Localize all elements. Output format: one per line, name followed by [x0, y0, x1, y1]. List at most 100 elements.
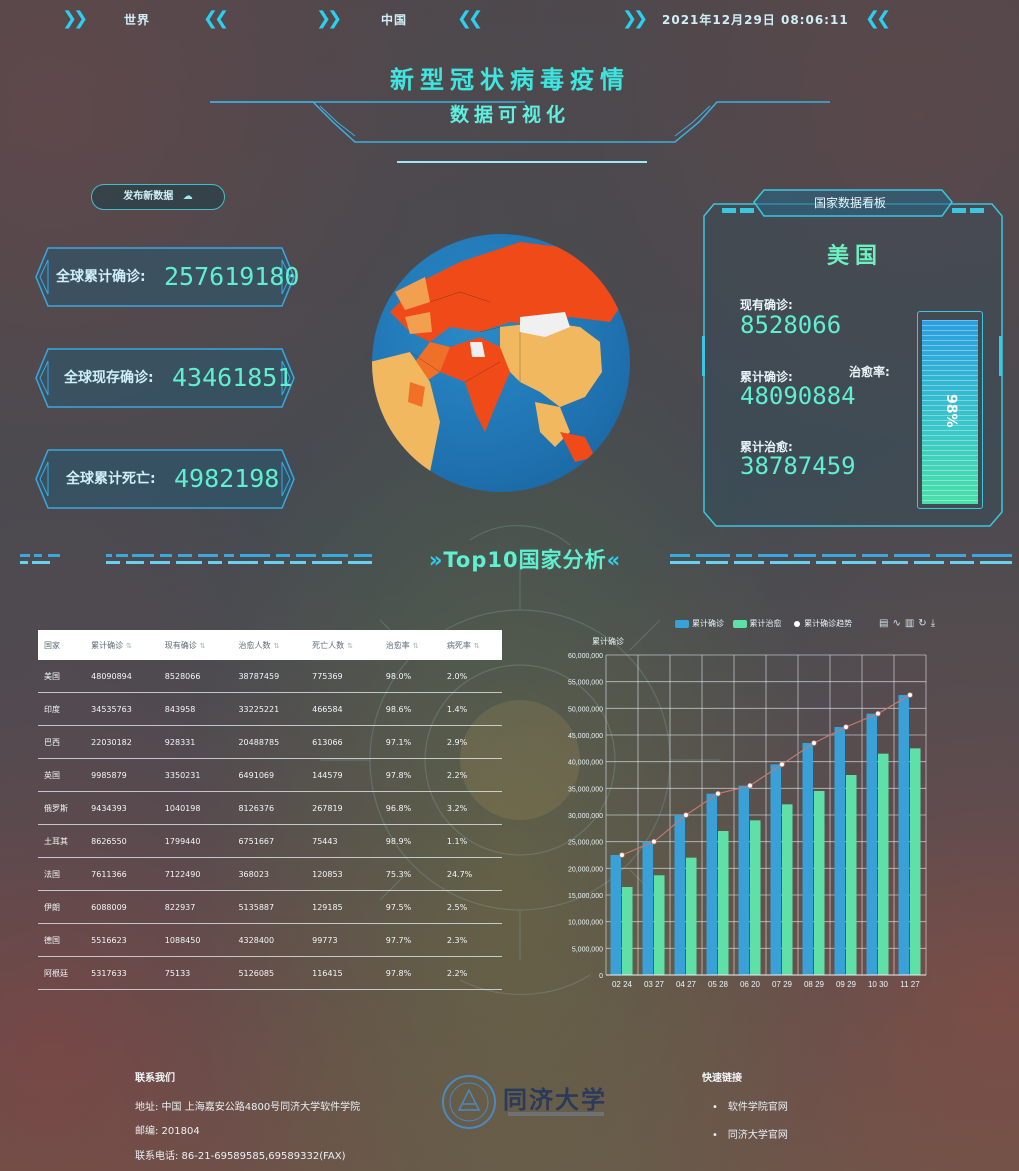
table-cell: 99773 — [306, 923, 380, 957]
table-row[interactable]: 俄罗斯 9434393 1040198 8126376 267819 96.8% 3.2% — [38, 791, 502, 825]
table-cell: 法国 — [38, 857, 86, 891]
table-row[interactable]: 印度 34535763 843958 33225221 466584 98.6% 1.4% — [38, 692, 502, 726]
footer-links-title: 快速链接 — [702, 1073, 742, 1084]
table-cell: 俄罗斯 — [38, 791, 86, 825]
top10-table: 国家 累计确诊 ⇅ 现有确诊 ⇅ 治愈人数 ⇅ 死亡人数 ⇅ 治愈率 ⇅ 病死率 ⇅ 美国 4… — [38, 630, 502, 990]
table-row[interactable]: 巴西 22030182 928331 20488785 613066 97.1% 2.9% — [38, 725, 502, 759]
table-cell: 美国 — [38, 660, 86, 693]
table-cell: 5516623 — [85, 923, 159, 957]
x-tick-label: 09 29 — [836, 980, 857, 989]
y-tick-label: 45,000,000 — [568, 733, 603, 740]
table-cell: 129185 — [306, 890, 380, 924]
sort-icon[interactable]: ⇅ — [126, 642, 132, 650]
cases-bar-chart: 0 5,000,000 10,000,000 15,000,000 20,000,000… — [568, 653, 927, 989]
table-cell: 1088450 — [158, 923, 233, 957]
globe-map[interactable] — [370, 232, 632, 494]
nav-arrow-right-icon: ❯❯ — [316, 8, 342, 29]
refresh-icon[interactable]: ↻ — [918, 618, 930, 629]
title-frame-decoration — [210, 101, 830, 163]
bar-confirmed — [866, 713, 877, 975]
column-header-country[interactable]: 国家 — [38, 630, 85, 660]
y-tick-label: 25,000,000 — [568, 840, 603, 847]
stat-label: 全球现存确诊: — [64, 370, 154, 386]
section-title: »Top10国家分析« — [380, 544, 670, 574]
x-tick-label: 04 27 — [676, 980, 697, 989]
data-view-icon[interactable]: ▤ — [879, 618, 892, 629]
sort-icon[interactable]: ⇅ — [273, 642, 279, 650]
stat-label: 全球累计确诊: — [56, 269, 146, 285]
chevron-left-icon: « — [606, 548, 622, 572]
board-recovered-value: 38787459 — [740, 452, 856, 480]
line-chart-icon[interactable]: ∿ — [892, 618, 904, 629]
publish-button-label: 发布新数据 — [123, 191, 174, 202]
bar-recovered — [622, 887, 633, 975]
legend-item-confirmed[interactable]: 累计确诊 — [675, 619, 724, 628]
bar-chart-icon[interactable]: ▥ — [905, 618, 918, 629]
trend-point — [811, 740, 817, 746]
table-cell: 48090894 — [85, 660, 159, 693]
nav-item-china[interactable]: 中国 — [381, 11, 407, 28]
footer-address: 地址: 中国 上海嘉安公路4800号同济大学软件学院 — [135, 1102, 361, 1113]
cloud-upload-icon: ☁ — [182, 191, 193, 202]
column-header-total[interactable]: 累计确诊 ⇅ — [85, 630, 159, 660]
table-cell: 7122490 — [158, 857, 233, 891]
x-tick-label: 02 24 — [612, 980, 633, 989]
table-cell: 75443 — [306, 824, 380, 858]
y-tick-label: 10,000,000 — [568, 920, 603, 927]
bar-recovered — [750, 820, 761, 975]
table-cell: 613066 — [306, 725, 380, 759]
table-row[interactable]: 土耳其 8626550 1799440 6751667 75443 98.9% 1.1% — [38, 824, 502, 858]
download-icon[interactable]: ⤓ — [931, 618, 939, 629]
legend-item-recovered[interactable]: 累计治愈 — [732, 619, 782, 628]
table-row[interactable]: 伊朗 6088009 822937 5135887 129185 97.5% 2.5% — [38, 890, 502, 924]
stat-value: 257619180 — [164, 262, 300, 291]
table-cell: 1.4% — [440, 692, 502, 726]
legend-item-trend[interactable]: 累计确诊趋势 — [790, 619, 852, 628]
y-tick-label: 5,000,000 — [572, 946, 603, 953]
column-header-recovered[interactable]: 治愈人数 ⇅ — [232, 630, 306, 660]
y-tick-label: 15,000,000 — [568, 893, 603, 900]
sort-icon[interactable]: ⇅ — [347, 642, 353, 650]
table-row[interactable]: 英国 9985879 3350231 6491069 144579 97.8% 2.2% — [38, 758, 502, 792]
table-cell: 8626550 — [85, 824, 159, 858]
stat-card-total-deaths: 全球累计死亡: 4982198 — [34, 448, 295, 510]
section-divider-right — [670, 554, 1012, 564]
column-header-deaths[interactable]: 死亡人数 ⇅ — [306, 630, 380, 660]
table-row[interactable]: 美国 48090894 8528066 38787459 775369 98.0% 2.0% — [38, 660, 502, 693]
table-cell: 8126376 — [232, 791, 307, 825]
tongji-seal-logo — [442, 1075, 496, 1129]
table-cell: 2.3% — [440, 923, 502, 957]
table-cell: 267819 — [306, 791, 380, 825]
bar-recovered — [814, 791, 825, 975]
footer-link-tongji[interactable]: 同济大学官网 — [712, 1126, 788, 1141]
bar-recovered — [878, 753, 889, 975]
x-tick-label: 11 27 — [900, 980, 920, 989]
background-virus-image — [320, 524, 720, 995]
bar-confirmed — [706, 793, 717, 975]
column-header-death-rate[interactable]: 病死率 ⇅ — [441, 630, 502, 660]
trend-point — [843, 724, 849, 730]
nav-item-world[interactable]: 世界 — [124, 11, 150, 28]
y-tick-label: 20,000,000 — [568, 866, 603, 873]
table-cell: 368023 — [232, 857, 307, 891]
table-row[interactable]: 阿根廷 5317633 75133 5126085 116415 97.8% 2.2% — [38, 956, 502, 990]
column-header-cure-rate[interactable]: 治愈率 ⇅ — [380, 630, 441, 660]
nav-datetime: 2021年12月29日 08:06:11 — [662, 13, 849, 27]
bar-confirmed — [834, 727, 845, 975]
table-row[interactable]: 法国 7611366 7122490 368023 120853 75.3% 24.7% — [38, 857, 502, 891]
bar-confirmed — [802, 743, 813, 975]
table-cell: 8528066 — [158, 660, 233, 693]
column-header-current[interactable]: 现有确诊 ⇅ — [159, 630, 233, 660]
table-row[interactable]: 德国 5516623 1088450 4328400 99773 97.7% 2.3% — [38, 923, 502, 957]
trend-point — [747, 782, 753, 789]
table-cell: 144579 — [306, 758, 380, 792]
sort-icon[interactable]: ⇅ — [474, 642, 480, 650]
trend-point — [875, 710, 881, 717]
sort-icon[interactable]: ⇅ — [413, 642, 419, 650]
footer-link-software-school[interactable]: 软件学院官网 — [712, 1098, 788, 1113]
trend-point — [907, 692, 913, 698]
publish-data-button[interactable]: 发布新数据 ☁ — [91, 184, 225, 210]
footer-contact-title: 联系我们 — [135, 1073, 175, 1084]
sort-icon[interactable]: ⇅ — [200, 642, 206, 650]
table-cell: 7611366 — [85, 857, 159, 891]
